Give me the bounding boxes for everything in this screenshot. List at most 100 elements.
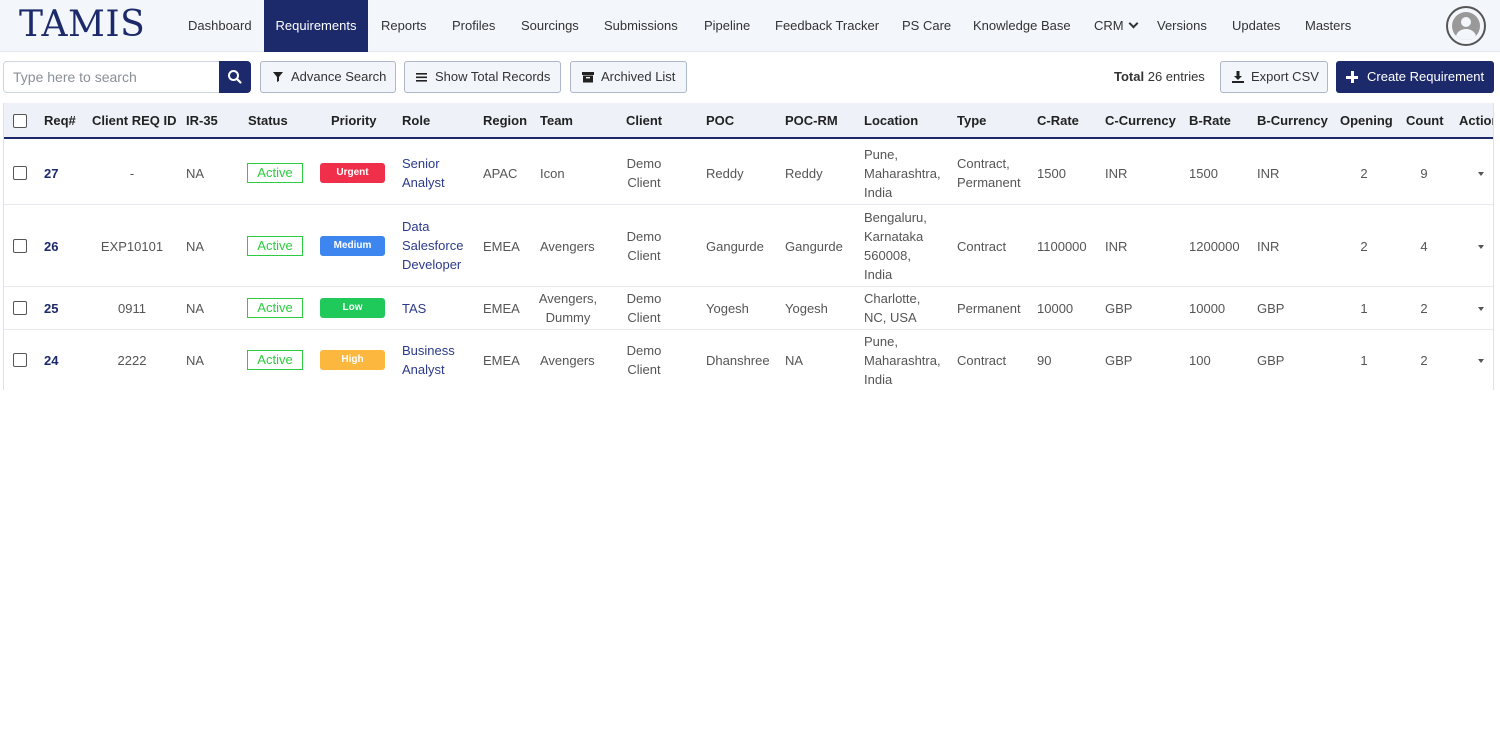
archive-icon (582, 72, 594, 83)
req-number[interactable]: 26 (44, 237, 58, 256)
search-input[interactable] (3, 61, 220, 93)
table-header: Req# Client REQ ID IR-35 Status Priority… (4, 103, 1493, 139)
col-location[interactable]: Location (864, 103, 918, 139)
col-opening[interactable]: Opening (1340, 103, 1393, 139)
action-dropdown-icon[interactable] (1478, 359, 1484, 363)
status-badge: Active (247, 236, 303, 256)
select-all-checkbox[interactable] (13, 114, 27, 128)
action-dropdown-icon[interactable] (1478, 172, 1484, 176)
action-dropdown-icon[interactable] (1478, 245, 1484, 249)
role-cell[interactable]: Data Salesforce Developer (402, 217, 463, 274)
poc-value: Dhanshree (706, 353, 770, 368)
ir35-value: NA (186, 353, 205, 368)
nav-pipeline[interactable]: Pipeline (704, 0, 750, 52)
show-total-records-button[interactable]: Show Total Records (404, 61, 561, 93)
location-line: Karnataka (864, 229, 924, 244)
table-row[interactable]: 27 - NA Active Urgent Senior Analyst APA… (4, 141, 1493, 205)
avatar-head (1461, 17, 1471, 27)
row-checkbox[interactable] (13, 353, 27, 367)
role-cell[interactable]: Business Analyst (402, 341, 455, 379)
nav-requirements[interactable]: Requirements (264, 0, 368, 52)
requirements-table: Req# Client REQ ID IR-35 Status Priority… (3, 103, 1494, 390)
col-c-rate[interactable]: C-Rate (1037, 103, 1079, 139)
req-number[interactable]: 24 (44, 351, 58, 370)
nav-knowledge-base[interactable]: Knowledge Base (973, 0, 1071, 52)
priority-badge: High (320, 350, 385, 370)
advance-search-button[interactable]: Advance Search (260, 61, 396, 93)
client-cell: Demo Client (614, 289, 674, 327)
client-line: Client (627, 362, 661, 377)
type-line: Contract, (957, 156, 1010, 171)
team-line: Avengers, (538, 291, 598, 306)
req-number[interactable]: 27 (44, 164, 58, 183)
location-line: Charlotte, (864, 291, 921, 306)
table-row[interactable]: 25 0911 NA Active Low TAS EMEA Avengers,… (4, 287, 1493, 330)
nav-versions[interactable]: Versions (1157, 0, 1207, 52)
nav-updates[interactable]: Updates (1232, 0, 1280, 52)
col-req[interactable]: Req# (44, 103, 76, 139)
role-line: Analyst (402, 362, 445, 377)
search-button[interactable] (219, 61, 251, 93)
export-csv-button[interactable]: Export CSV (1220, 61, 1328, 93)
action-dropdown-icon[interactable] (1478, 307, 1484, 311)
create-requirement-button[interactable]: Create Requirement (1336, 61, 1494, 93)
archived-list-label: Archived List (601, 69, 676, 84)
avatar-silhouette (1452, 12, 1480, 40)
col-status[interactable]: Status (248, 103, 288, 139)
app-logo[interactable]: TAMIS (19, 4, 145, 45)
type-line: Permanent (957, 175, 1021, 190)
client-line: Demo (626, 343, 662, 358)
col-poc[interactable]: POC (706, 103, 734, 139)
priority-badge: Medium (320, 236, 385, 256)
col-client-req-id[interactable]: Client REQ ID (92, 103, 177, 139)
poc-rm-value: Gangurde (785, 239, 843, 254)
c-rate-value: 1100000 (1037, 239, 1087, 254)
nav-submissions[interactable]: Submissions (604, 0, 678, 52)
team-line: Dummy (545, 310, 591, 325)
col-role[interactable]: Role (402, 103, 430, 139)
col-ir35[interactable]: IR-35 (186, 103, 218, 139)
location-line: Maharashtra, (864, 353, 941, 368)
role-cell[interactable]: Senior Analyst (402, 154, 445, 192)
table-row[interactable]: 24 2222 NA Active High Business Analyst … (4, 330, 1493, 390)
table-row[interactable]: 26 EXP10101 NA Active Medium Data Salesf… (4, 205, 1493, 287)
total-value: 26 entries (1147, 69, 1205, 84)
avatar-body (1456, 29, 1476, 40)
nav-dashboard[interactable]: Dashboard (188, 0, 252, 52)
b-rate-value: 100 (1189, 353, 1211, 368)
col-type[interactable]: Type (957, 103, 986, 139)
col-b-rate[interactable]: B-Rate (1189, 103, 1231, 139)
nav-crm[interactable]: CRM (1094, 0, 1139, 52)
filter-icon (273, 72, 283, 82)
col-region[interactable]: Region (483, 103, 527, 139)
col-client[interactable]: Client (626, 103, 662, 139)
role-line: Developer (402, 257, 462, 272)
team-value: Avengers (540, 239, 595, 254)
nav-masters[interactable]: Masters (1305, 0, 1351, 52)
nav-ps-care[interactable]: PS Care (902, 0, 951, 52)
col-team[interactable]: Team (540, 103, 573, 139)
ir35-value: NA (186, 166, 205, 181)
ir35-value: NA (186, 301, 205, 316)
col-poc-rm[interactable]: POC-RM (785, 103, 838, 139)
col-b-currency[interactable]: B-Currency (1257, 103, 1328, 139)
col-count[interactable]: Count (1406, 103, 1444, 139)
nav-sourcings[interactable]: Sourcings (521, 0, 579, 52)
col-c-currency[interactable]: C-Currency (1105, 103, 1176, 139)
archived-list-button[interactable]: Archived List (570, 61, 687, 93)
row-checkbox[interactable] (13, 301, 27, 315)
user-avatar-icon[interactable] (1446, 6, 1486, 46)
row-checkbox[interactable] (13, 239, 27, 253)
poc-value: Yogesh (706, 301, 749, 316)
priority-badge: Low (320, 298, 385, 318)
role-cell[interactable]: TAS (402, 299, 426, 318)
count-value: 2 (1420, 301, 1428, 316)
nav-profiles[interactable]: Profiles (452, 0, 495, 52)
nav-reports[interactable]: Reports (381, 0, 427, 52)
nav-feedback-tracker[interactable]: Feedback Tracker (775, 0, 879, 52)
row-checkbox[interactable] (13, 166, 27, 180)
top-navbar: TAMIS Dashboard Requirements Reports Pro… (0, 0, 1500, 52)
col-priority[interactable]: Priority (331, 103, 377, 139)
req-number[interactable]: 25 (44, 299, 58, 318)
col-action[interactable]: Action (1459, 103, 1493, 139)
